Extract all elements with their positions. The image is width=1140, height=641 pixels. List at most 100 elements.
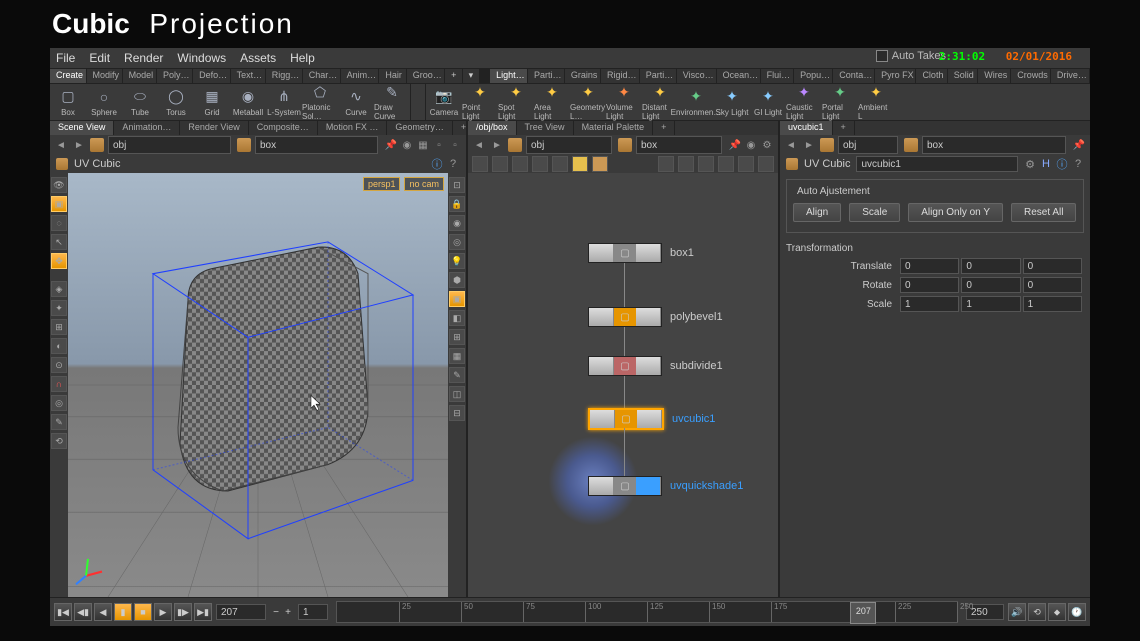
reset-button[interactable]: Reset All bbox=[1011, 203, 1076, 222]
start-frame-field[interactable] bbox=[298, 604, 328, 620]
snap-icon[interactable]: ∩ bbox=[51, 376, 67, 392]
tool-box[interactable]: ▢Box bbox=[50, 84, 86, 120]
folder-icon[interactable] bbox=[618, 138, 632, 152]
plus-button[interactable]: + bbox=[282, 607, 294, 618]
pane-tab[interactable]: Animation… bbox=[114, 121, 180, 135]
shelf-tab[interactable]: Wires bbox=[978, 69, 1011, 83]
tool-platonicsol[interactable]: ⬠Platonic Sol… bbox=[302, 84, 338, 120]
tool-icon[interactable]: ◈ bbox=[51, 281, 67, 297]
translate-y-field[interactable] bbox=[961, 258, 1020, 274]
view-tool-icon[interactable]: 👁 bbox=[51, 177, 67, 193]
node-box1[interactable]: ▢box1 bbox=[588, 243, 694, 263]
tool-icon[interactable]: ⟲ bbox=[51, 433, 67, 449]
shelf-tab[interactable]: Grains bbox=[565, 69, 601, 83]
shelf-tab[interactable]: Popu… bbox=[794, 69, 833, 83]
path-context[interactable]: obj bbox=[838, 136, 898, 154]
viewport-3d[interactable]: persp1 no cam bbox=[68, 173, 448, 597]
no-cam-badge[interactable]: no cam bbox=[404, 177, 444, 191]
translate-z-field[interactable] bbox=[1023, 258, 1082, 274]
scale-button[interactable]: Scale bbox=[849, 203, 900, 222]
tool-skylight[interactable]: ✦Sky Light bbox=[714, 84, 750, 120]
hda-icon[interactable]: H bbox=[1040, 158, 1052, 170]
rotate-x-field[interactable] bbox=[900, 277, 959, 293]
first-frame-button[interactable]: ▮◀ bbox=[54, 603, 72, 621]
layout-icon[interactable]: ▦ bbox=[416, 138, 430, 152]
display-icon[interactable]: ▣ bbox=[449, 291, 465, 307]
rotate-y-field[interactable] bbox=[961, 277, 1020, 293]
menu-file[interactable]: File bbox=[56, 51, 75, 65]
node-polybevel1[interactable]: ▢polybevel1 bbox=[588, 307, 723, 327]
tool-volumelight[interactable]: ✦Volume Light bbox=[606, 84, 642, 120]
shelf-tab[interactable]: Anim… bbox=[341, 69, 380, 83]
pin-icon[interactable]: 📌 bbox=[1072, 138, 1086, 152]
display-icon[interactable]: ⊡ bbox=[449, 177, 465, 193]
play-button[interactable]: ▶ bbox=[154, 603, 172, 621]
display-icon[interactable]: ⊞ bbox=[449, 329, 465, 345]
snap-icon[interactable] bbox=[698, 156, 714, 172]
camera-badge[interactable]: persp1 bbox=[363, 177, 401, 191]
minus-button[interactable]: − bbox=[270, 607, 282, 618]
pane-tab[interactable]: Tree View bbox=[517, 121, 574, 135]
add-tab-icon[interactable]: + bbox=[653, 121, 675, 135]
timeline-ruler[interactable]: 255075100125150175207225250207 bbox=[336, 601, 958, 623]
node-subdivide1[interactable]: ▢subdivide1 bbox=[588, 356, 723, 376]
shelf-tab[interactable]: Text… bbox=[231, 69, 266, 83]
tool-camera[interactable]: 📷Camera bbox=[426, 84, 462, 120]
back-icon[interactable]: ◄ bbox=[54, 138, 68, 152]
lasso-tool-icon[interactable]: ◌ bbox=[51, 215, 67, 231]
info-icon[interactable]: ⓘ bbox=[430, 157, 444, 171]
grid-icon[interactable] bbox=[532, 156, 548, 172]
menu-render[interactable]: Render bbox=[124, 51, 163, 65]
shelf-tab[interactable]: Drive… bbox=[1051, 69, 1090, 83]
audio-icon[interactable]: 🔊 bbox=[1008, 603, 1026, 621]
node-uvquickshade1[interactable]: ▢uvquickshade1 bbox=[588, 476, 743, 496]
scale-z-field[interactable] bbox=[1023, 296, 1082, 312]
tool-icon[interactable]: ◎ bbox=[51, 395, 67, 411]
pane-tab[interactable]: uvcubic1 bbox=[780, 121, 833, 135]
loop-icon[interactable]: ⟲ bbox=[1028, 603, 1046, 621]
globe-icon[interactable]: ◉ bbox=[400, 138, 414, 152]
list-icon[interactable] bbox=[492, 156, 508, 172]
tool-causticlight[interactable]: ✦Caustic Light bbox=[786, 84, 822, 120]
play-back-button[interactable]: ◀ bbox=[94, 603, 112, 621]
shelf-tab[interactable]: Create bbox=[50, 69, 87, 83]
tool-icon[interactable]: ✦ bbox=[51, 300, 67, 316]
shelf-tab[interactable]: Parti… bbox=[528, 69, 565, 83]
display-icon[interactable]: ◧ bbox=[449, 310, 465, 326]
shelf-tab[interactable]: Poly… bbox=[157, 69, 193, 83]
select-tool-icon[interactable]: ▣ bbox=[51, 196, 67, 212]
info-icon[interactable]: ⓘ bbox=[1056, 158, 1068, 170]
gear-icon[interactable]: ⚙ bbox=[760, 138, 774, 152]
node-uvcubic1[interactable]: ▢uvcubic1 bbox=[588, 408, 715, 430]
snap-icon[interactable] bbox=[718, 156, 734, 172]
tool-geometryl[interactable]: ✦Geometry L… bbox=[570, 84, 606, 120]
snap-icon[interactable] bbox=[758, 156, 774, 172]
grid-icon[interactable] bbox=[512, 156, 528, 172]
menu-assets[interactable]: Assets bbox=[240, 51, 276, 65]
folder-icon[interactable] bbox=[237, 138, 251, 152]
display-icon[interactable]: ▦ bbox=[449, 348, 465, 364]
display-icon[interactable]: ▫ bbox=[448, 138, 462, 152]
pane-tab[interactable]: Scene View bbox=[50, 121, 114, 135]
folder-icon[interactable] bbox=[90, 138, 104, 152]
rotate-z-field[interactable] bbox=[1023, 277, 1082, 293]
pane-tab[interactable]: Render View bbox=[180, 121, 248, 135]
shelf-tab[interactable]: Parti… bbox=[640, 69, 677, 83]
translate-x-field[interactable] bbox=[900, 258, 959, 274]
shelf-tab[interactable]: Char… bbox=[303, 69, 341, 83]
display-icon[interactable]: ◉ bbox=[449, 215, 465, 231]
scale-y-field[interactable] bbox=[961, 296, 1020, 312]
shelf-tab[interactable]: Hair bbox=[379, 69, 406, 83]
shelf-tab[interactable]: Conta… bbox=[833, 69, 875, 83]
folder-icon[interactable] bbox=[820, 138, 834, 152]
tool-icon[interactable]: ⊞ bbox=[51, 319, 67, 335]
tool-pointlight[interactable]: ✦Point Light bbox=[462, 84, 498, 120]
display-icon[interactable]: ⬢ bbox=[449, 272, 465, 288]
pane-tab[interactable]: Material Palette bbox=[574, 121, 654, 135]
tool-gilight[interactable]: ✦GI Light bbox=[750, 84, 786, 120]
add-shelf-icon[interactable]: + bbox=[445, 69, 463, 83]
help-icon[interactable]: ? bbox=[446, 157, 460, 171]
path-context[interactable]: obj bbox=[108, 136, 231, 154]
tool-arealight[interactable]: ✦Area Light bbox=[534, 84, 570, 120]
shelf-tab[interactable]: Crowds bbox=[1011, 69, 1051, 83]
